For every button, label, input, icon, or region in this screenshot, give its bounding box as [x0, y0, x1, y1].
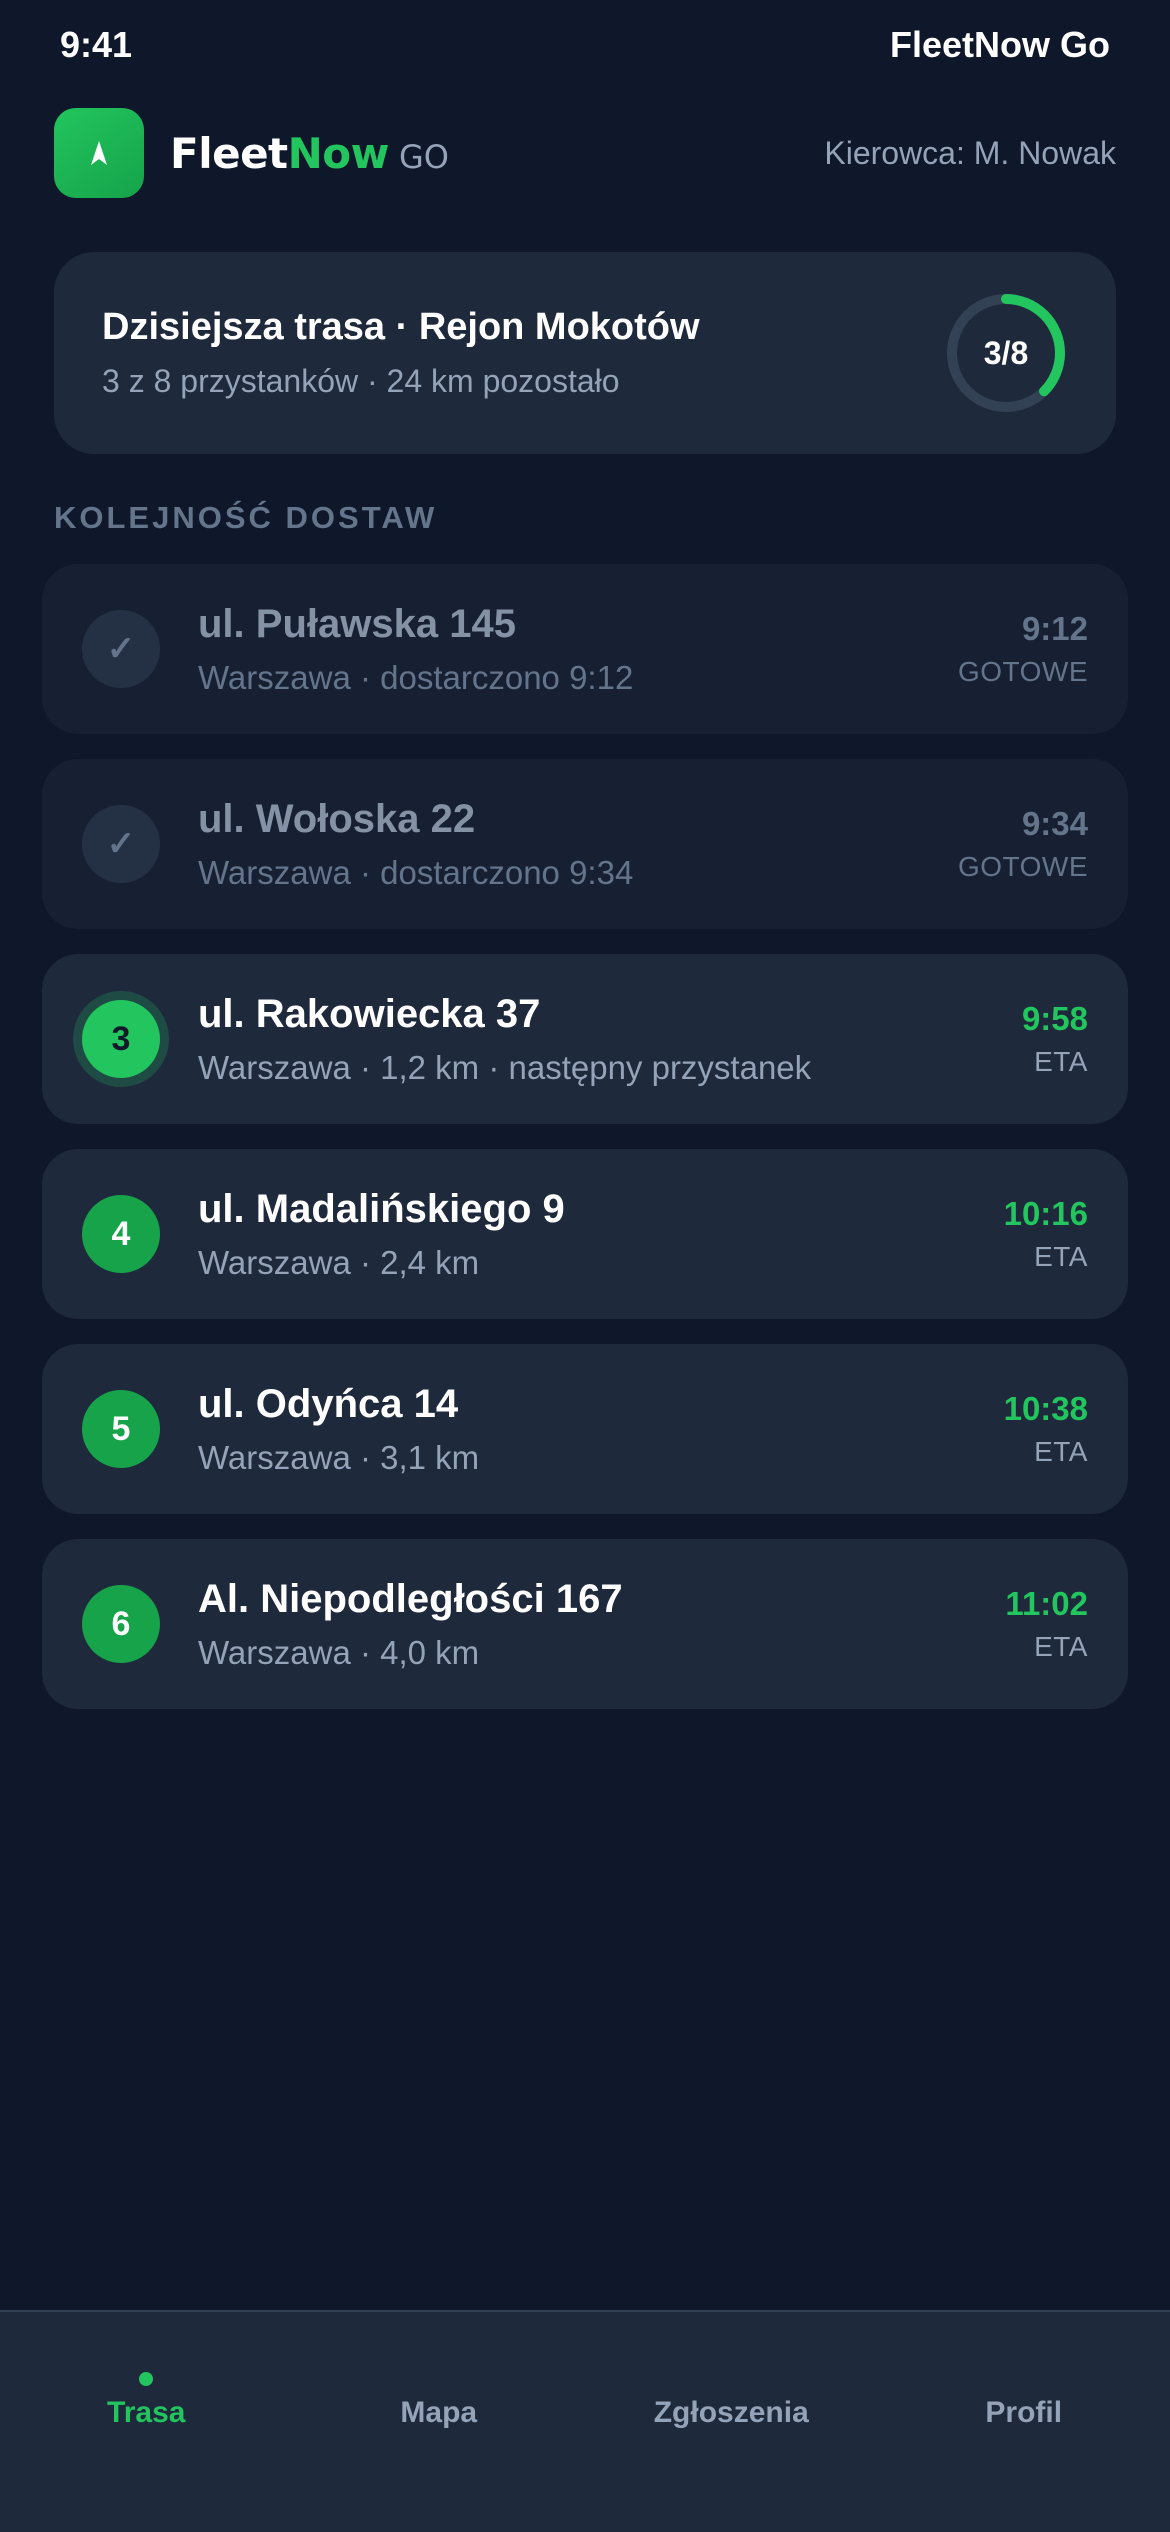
bottom-tab-bar: Trasa Mapa Zgłoszenia Profil: [0, 2310, 1170, 2532]
stop-status-tag: GOTOWE: [957, 851, 1088, 882]
stop-address: ul. Wołoska 22: [198, 796, 476, 841]
stop-time-block: 10:16 ETA: [1004, 1195, 1088, 1273]
stop-eta-time: 10:38: [1003, 1390, 1088, 1427]
tab-indicator-placeholder: [724, 2372, 738, 2386]
status-time: 9:41: [60, 24, 133, 65]
route-info: Dzisiejsza trasa · Rejon Mokotów 3 z 8 p…: [102, 306, 700, 400]
tab-label: Profil: [985, 2396, 1063, 2429]
stop-eta-time: 11:02: [1005, 1585, 1088, 1622]
app-screen: 9:41 FleetNow Go Fleet Now GO Kierowca: …: [0, 0, 1170, 2532]
tab-indicator-placeholder: [1017, 2372, 1031, 2386]
stop-time-block: 10:38 ETA: [1004, 1390, 1088, 1468]
stop-number-badge: 6: [82, 1585, 160, 1663]
stop-details: Warszawa · 2,4 km: [198, 1243, 480, 1281]
stop-item[interactable]: 5 ul. Odyńca 14 Warszawa · 3,1 km 10:38 …: [42, 1344, 1128, 1514]
stop-time: 9:34: [1021, 805, 1088, 842]
stop-number-badge: 3: [82, 1000, 160, 1078]
stop-eta-label: ETA: [1034, 1436, 1088, 1467]
route-subtitle: 3 z 8 przystanków · 24 km pozostało: [102, 363, 620, 399]
stop-address: ul. Rakowiecka 37: [198, 991, 541, 1036]
stop-number-badge: 4: [82, 1195, 160, 1273]
stop-eta-label: ETA: [1034, 1241, 1088, 1272]
route-progress-ring: 3/8: [944, 291, 1068, 415]
stop-item[interactable]: 6 Al. Niepodległości 167 Warszawa · 4,0 …: [42, 1539, 1128, 1709]
brand: Fleet Now GO: [54, 108, 449, 198]
stop-item[interactable]: ✓ ul. Wołoska 22 Warszawa · dostarczono …: [42, 759, 1128, 929]
stop-text: ul. Odyńca 14 Warszawa · 3,1 km: [198, 1382, 1004, 1477]
tab-indicator-placeholder: [432, 2372, 446, 2386]
stop-details: Warszawa · 1,2 km · następny przystanek: [198, 1048, 812, 1086]
stop-details: Warszawa · 3,1 km: [198, 1438, 480, 1476]
driver-label: Kierowca: M. Nowak: [824, 134, 1116, 171]
route-summary-card[interactable]: Dzisiejsza trasa · Rejon Mokotów 3 z 8 p…: [54, 252, 1116, 454]
stop-item[interactable]: 4 ul. Madalińskiego 9 Warszawa · 2,4 km …: [42, 1149, 1128, 1319]
stop-details: Warszawa · dostarczono 9:12: [198, 658, 634, 696]
stop-address: ul. Puławska 145: [198, 601, 516, 646]
stop-number-badge: 5: [82, 1390, 160, 1468]
stop-address: ul. Odyńca 14: [198, 1381, 459, 1426]
section-label-delivery-order: KOLEJNOŚĆ DOSTAW: [54, 500, 438, 535]
app-name: Fleet Now GO: [170, 129, 449, 178]
tab-label: Zgłoszenia: [653, 2396, 809, 2429]
status-carrier: FleetNow Go: [889, 24, 1110, 65]
stop-time-block: 9:58 ETA: [1022, 1000, 1088, 1078]
stop-text: Al. Niepodległości 167 Warszawa · 4,0 km: [198, 1577, 1005, 1672]
stop-text: ul. Madalińskiego 9 Warszawa · 2,4 km: [198, 1187, 1004, 1282]
app-header: Fleet Now GO Kierowca: M. Nowak: [54, 108, 1116, 198]
stop-eta-label: ETA: [1034, 1631, 1088, 1662]
stop-eta-time: 9:58: [1021, 1000, 1088, 1037]
stop-details: Warszawa · dostarczono 9:34: [198, 853, 634, 891]
stop-time-block: 9:34 GOTOWE: [958, 805, 1088, 883]
stop-text: ul. Rakowiecka 37 Warszawa · 1,2 km · na…: [198, 992, 1022, 1087]
brand-word-fleet: Fleet: [170, 128, 288, 178]
stop-list: ✓ ul. Puławska 145 Warszawa · dostarczon…: [42, 564, 1128, 1734]
tab-label: Trasa: [107, 2396, 186, 2429]
app-logo: [54, 108, 144, 198]
status-bar: 9:41 FleetNow Go: [0, 0, 1170, 90]
tab-profil[interactable]: Profil: [894, 2372, 1154, 2430]
stop-details: Warszawa · 4,0 km: [198, 1633, 480, 1671]
stop-time: 9:12: [1021, 610, 1088, 647]
stop-text: ul. Wołoska 22 Warszawa · dostarczono 9:…: [198, 797, 958, 892]
tab-trasa[interactable]: Trasa: [16, 2372, 276, 2430]
progress-label: 3/8: [983, 334, 1029, 371]
stop-address: Al. Niepodległości 167: [198, 1576, 623, 1621]
stop-done-check-icon: ✓: [82, 610, 160, 688]
navigation-arrow-icon: [91, 141, 107, 165]
stop-address: ul. Madalińskiego 9: [198, 1186, 565, 1231]
active-tab-indicator: [139, 2372, 154, 2386]
stop-done-check-icon: ✓: [82, 805, 160, 883]
route-title: Dzisiejsza trasa · Rejon Mokotów: [102, 306, 700, 348]
brand-word-now: Now: [287, 128, 390, 178]
tab-label: Mapa: [400, 2396, 478, 2429]
stop-item[interactable]: ✓ ul. Puławska 145 Warszawa · dostarczon…: [42, 564, 1128, 734]
stop-text: ul. Puławska 145 Warszawa · dostarczono …: [198, 602, 958, 697]
stop-status-tag: GOTOWE: [957, 656, 1088, 687]
tab-zgloszenia[interactable]: Zgłoszenia: [601, 2372, 861, 2430]
stop-time-block: 11:02 ETA: [1005, 1585, 1088, 1663]
brand-suffix: GO: [398, 137, 449, 176]
stop-eta-time: 10:16: [1003, 1195, 1088, 1232]
stop-time-block: 9:12 GOTOWE: [958, 610, 1088, 688]
stop-item-current[interactable]: 3 ul. Rakowiecka 37 Warszawa · 1,2 km · …: [42, 954, 1128, 1124]
tab-mapa[interactable]: Mapa: [309, 2372, 569, 2430]
stop-eta-label: ETA: [1034, 1046, 1088, 1077]
